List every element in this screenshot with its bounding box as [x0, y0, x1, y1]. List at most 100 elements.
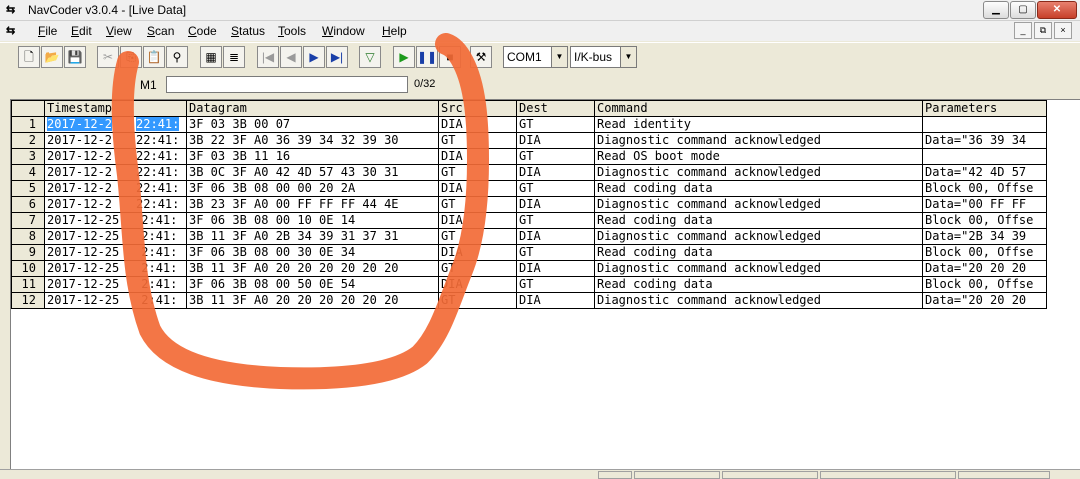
next-record-icon[interactable]: ▶	[303, 46, 325, 68]
copy-icon[interactable]: ⎘	[120, 46, 142, 68]
datagram-cell[interactable]: 3F 06 3B 08 00 50 0E 54	[186, 276, 439, 293]
parameters-cell[interactable]: Block 00, Offse	[922, 180, 1047, 197]
find-binoculars-icon[interactable]: ⚲	[166, 46, 188, 68]
timestamp-cell[interactable]: 2017-12-25 2:41:	[44, 244, 187, 261]
datagram-cell[interactable]: 3B 23 3F A0 00 FF FF FF 44 4E	[186, 196, 439, 213]
src-cell[interactable]: DIA	[438, 148, 517, 165]
datagram-cell[interactable]: 3F 06 3B 08 00 10 0E 14	[186, 212, 439, 229]
minimize-button[interactable]: ▁	[983, 1, 1009, 19]
mdi-document-icon[interactable]: ⇆	[6, 24, 22, 38]
live-data-grid[interactable]: Timestamp Datagram Src Dest Command Para…	[10, 99, 1080, 471]
parameters-cell[interactable]: Data="20 20 20	[922, 292, 1047, 309]
table-row[interactable]: 3 2017-12-2 22:41: 3F 03 3B 11 16 DIA GT Read …	[11, 148, 1047, 165]
datagram-cell[interactable]: 3F 06 3B 08 00 00 20 2A	[186, 180, 439, 197]
dest-cell[interactable]: GT	[516, 180, 595, 197]
table-row[interactable]: 11 2017-12-25 2:41: 3F 06 3B 08 00 50 0E 54…	[11, 276, 1047, 293]
menu-help[interactable]: Help	[382, 24, 407, 38]
mdi-close-button[interactable]: ×	[1054, 22, 1072, 39]
menu-file[interactable]: File	[38, 24, 57, 38]
column-header-timestamp[interactable]: Timestamp	[44, 100, 187, 117]
src-cell[interactable]: DIA	[438, 244, 517, 261]
row-number[interactable]: 5	[11, 180, 45, 197]
src-cell[interactable]: DIA	[438, 180, 517, 197]
command-cell[interactable]: Diagnostic command acknowledged	[594, 260, 923, 277]
command-cell[interactable]: Read identity	[594, 116, 923, 133]
src-cell[interactable]: GT	[438, 228, 517, 245]
timestamp-cell[interactable]: 2017-12-25 2:41:	[44, 212, 187, 229]
menu-edit[interactable]: Edit	[71, 24, 92, 38]
command-cell[interactable]: Diagnostic command acknowledged	[594, 228, 923, 245]
row-number[interactable]: 3	[11, 148, 45, 165]
table-row[interactable]: 7 2017-12-25 2:41: 3F 06 3B 08 00 10 0E 14 D…	[11, 212, 1047, 229]
src-cell[interactable]: GT	[438, 292, 517, 309]
dest-cell[interactable]: DIA	[516, 132, 595, 149]
table-row[interactable]: 5 2017-12-2 22:41: 3F 06 3B 08 00 00 20 2A D…	[11, 180, 1047, 197]
src-cell[interactable]: DIA	[438, 276, 517, 293]
src-cell[interactable]: GT	[438, 196, 517, 213]
last-record-icon[interactable]: ▶|	[326, 46, 348, 68]
open-folder-icon[interactable]: 📂	[41, 46, 63, 68]
timestamp-cell[interactable]: 2017-12-2 22:41:	[44, 180, 187, 197]
dest-cell[interactable]: GT	[516, 116, 595, 133]
parameters-cell[interactable]	[922, 116, 1047, 133]
timestamp-cell[interactable]: 2017-12-25 2:41:	[44, 292, 187, 309]
datagram-cell[interactable]: 3B 11 3F A0 20 20 20 20 20 20	[186, 260, 439, 277]
previous-record-icon[interactable]: ◀	[280, 46, 302, 68]
column-header-src[interactable]: Src	[438, 100, 517, 117]
command-cell[interactable]: Diagnostic command acknowledged	[594, 132, 923, 149]
src-cell[interactable]: DIA	[438, 116, 517, 133]
chevron-down-icon[interactable]: ▼	[551, 47, 567, 67]
row-number[interactable]: 2	[11, 132, 45, 149]
dest-cell[interactable]: DIA	[516, 164, 595, 181]
table-row[interactable]: 8 2017-12-25 2:41: 3B 11 3F A0 2B 34 39 31 …	[11, 228, 1047, 245]
parameters-cell[interactable]: Data="42 4D 57	[922, 164, 1047, 181]
row-number[interactable]: 4	[11, 164, 45, 181]
parameters-cell[interactable]	[922, 148, 1047, 165]
command-cell[interactable]: Read coding data	[594, 180, 923, 197]
first-record-icon[interactable]: |◀	[257, 46, 279, 68]
save-icon[interactable]: 💾	[64, 46, 86, 68]
menu-status[interactable]: Status	[231, 24, 265, 38]
datagram-cell[interactable]: 3F 06 3B 08 00 30 0E 34	[186, 244, 439, 261]
src-cell[interactable]: DIA	[438, 212, 517, 229]
src-cell[interactable]: GT	[438, 132, 517, 149]
dest-cell[interactable]: DIA	[516, 196, 595, 213]
row-number-header[interactable]	[11, 100, 45, 117]
parameters-cell[interactable]: Data="00 FF FF	[922, 196, 1047, 213]
datagram-cell[interactable]: 3F 03 3B 00 07	[186, 116, 439, 133]
table-row[interactable]: 4 2017-12-2 22:41: 3B 0C 3F A0 42 4D 57 43 …	[11, 164, 1047, 181]
parameters-cell[interactable]: Block 00, Offse	[922, 244, 1047, 261]
timestamp-cell[interactable]: 2017-12-2 22:41:	[44, 196, 187, 213]
parameters-cell[interactable]: Data="2B 34 39	[922, 228, 1047, 245]
row-number[interactable]: 7	[11, 212, 45, 229]
timestamp-cell[interactable]: 2017-12-25 2:41:	[44, 276, 187, 293]
dest-cell[interactable]: GT	[516, 276, 595, 293]
parameters-cell[interactable]: Block 00, Offse	[922, 276, 1047, 293]
command-cell[interactable]: Read coding data	[594, 244, 923, 261]
src-cell[interactable]: GT	[438, 260, 517, 277]
grid-view-icon[interactable]: ▦	[200, 46, 222, 68]
datagram-cell[interactable]: 3B 11 3F A0 20 20 20 20 20 20	[186, 292, 439, 309]
dest-cell[interactable]: DIA	[516, 260, 595, 277]
menu-tools[interactable]: Tools	[278, 24, 306, 38]
datagram-cell[interactable]: 3B 0C 3F A0 42 4D 57 43 30 31	[186, 164, 439, 181]
filter-icon[interactable]: ▽	[359, 46, 381, 68]
list-view-icon[interactable]: ≣	[223, 46, 245, 68]
table-row[interactable]: 9 2017-12-25 2:41: 3F 06 3B 08 00 30 0E 34 D…	[11, 244, 1047, 261]
table-row[interactable]: 2 2017-12-2 22:41: 3B 22 3F A0 36 39 34 32 …	[11, 132, 1047, 149]
datagram-cell[interactable]: 3B 22 3F A0 36 39 34 32 39 30	[186, 132, 439, 149]
chevron-down-icon[interactable]: ▼	[620, 47, 636, 67]
row-number[interactable]: 8	[11, 228, 45, 245]
column-header-dest[interactable]: Dest	[516, 100, 595, 117]
dest-cell[interactable]: DIA	[516, 228, 595, 245]
stop-icon[interactable]: ■	[439, 46, 461, 68]
menu-scan[interactable]: Scan	[147, 24, 174, 38]
table-row[interactable]: 10 2017-12-25 2:41: 3B 11 3F A0 20 20 20 20…	[11, 260, 1047, 277]
command-cell[interactable]: Diagnostic command acknowledged	[594, 164, 923, 181]
datagram-cell[interactable]: 3F 03 3B 11 16	[186, 148, 439, 165]
command-cell[interactable]: Read coding data	[594, 276, 923, 293]
timestamp-cell[interactable]: 2017-12-2 22:41:	[44, 116, 187, 133]
maximize-button[interactable]: ▢	[1010, 1, 1036, 19]
row-number[interactable]: 1	[11, 116, 45, 133]
new-file-icon[interactable]: 🗋	[18, 46, 40, 68]
